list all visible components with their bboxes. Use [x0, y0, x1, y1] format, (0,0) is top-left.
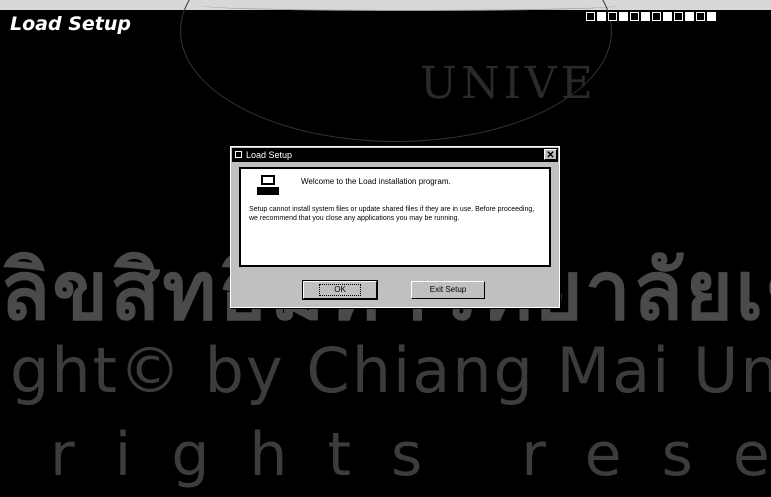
dialog-title: Load Setup — [246, 150, 293, 160]
setup-app-icon — [235, 151, 242, 158]
tray-icon-6[interactable] — [641, 12, 650, 21]
app-title: Load Setup — [10, 13, 131, 35]
tray-icon-3[interactable] — [608, 12, 617, 21]
computer-setup-icon — [257, 175, 281, 197]
welcome-text: Welcome to the Load installation program… — [301, 177, 451, 186]
exit-setup-button[interactable]: Exit Setup — [411, 281, 485, 299]
watermark-arc — [180, 0, 612, 142]
tray-icon-9[interactable] — [674, 12, 683, 21]
close-button[interactable]: ✕ — [544, 149, 557, 161]
ok-button-label: OK — [319, 284, 361, 296]
tray-icon-1[interactable] — [586, 12, 595, 21]
tray-icon-10[interactable] — [685, 12, 694, 21]
watermark-rights: rights rese — [50, 420, 771, 490]
ok-button[interactable]: OK — [302, 280, 378, 300]
system-tray — [586, 12, 716, 21]
monitor-shape — [261, 175, 275, 185]
tray-icon-12[interactable] — [707, 12, 716, 21]
tray-icon-7[interactable] — [652, 12, 661, 21]
close-icon: ✕ — [546, 150, 555, 161]
tray-icon-2[interactable] — [597, 12, 606, 21]
warning-text: Setup cannot install system files or upd… — [249, 206, 535, 222]
load-setup-dialog: Load Setup ✕ Welcome to the Load install… — [230, 146, 560, 308]
message-panel: Welcome to the Load installation program… — [239, 167, 551, 267]
tray-icon-4[interactable] — [619, 12, 628, 21]
computer-base-shape — [257, 187, 279, 195]
tray-icon-8[interactable] — [663, 12, 672, 21]
tray-icon-5[interactable] — [630, 12, 639, 21]
desktop-screen: UNIVE ลิขสิทธิ์มหาวิทยาลัยเชียงใหม่ ght©… — [0, 0, 771, 497]
tray-icon-11[interactable] — [696, 12, 705, 21]
watermark-copyright: ght© by Chiang Mai Un — [10, 334, 771, 407]
dialog-titlebar[interactable]: Load Setup ✕ — [232, 148, 558, 162]
